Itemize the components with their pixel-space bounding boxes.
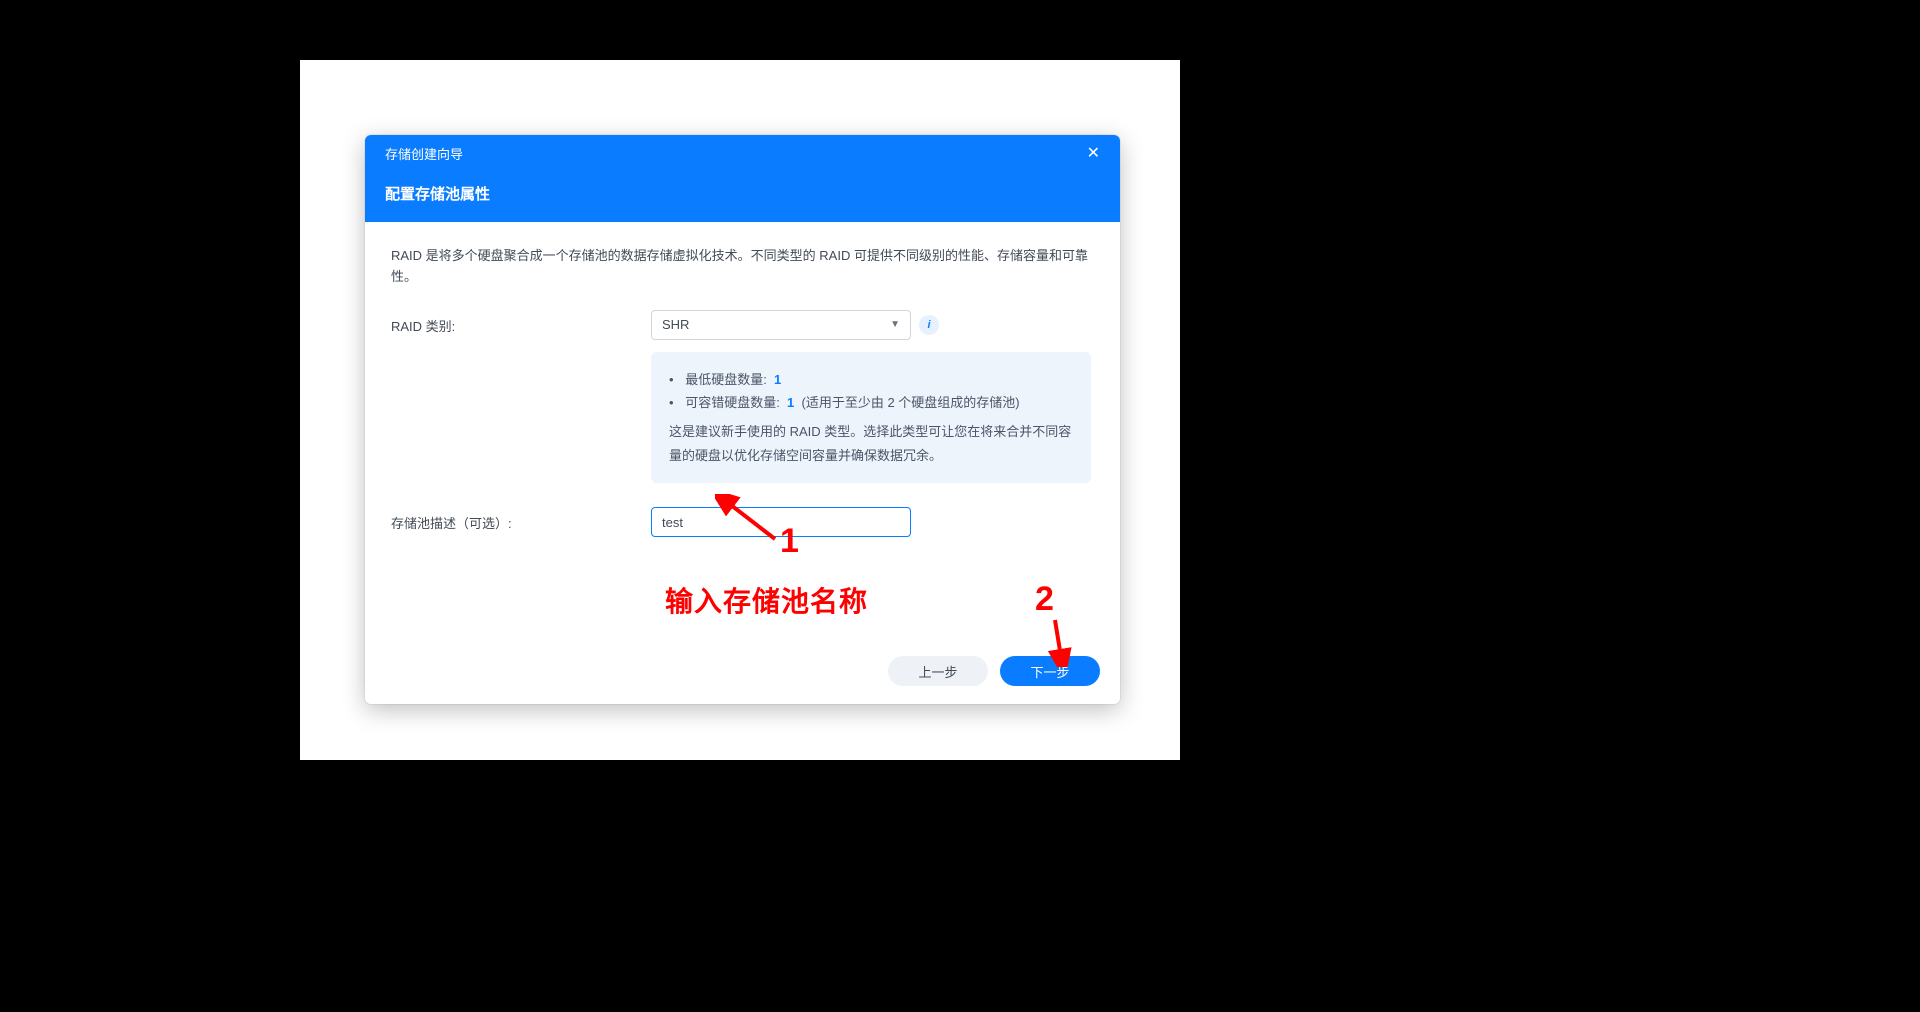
raid-type-selected-value: SHR	[662, 317, 689, 332]
modal-title: 存储创建向导	[385, 144, 463, 163]
tolerable-label: 可容错硬盘数量:	[685, 395, 780, 410]
min-disks-value: 1	[774, 372, 781, 387]
raid-description: 这是建议新手使用的 RAID 类型。选择此类型可让您在将来合并不同容量的硬盘以优…	[669, 420, 1073, 467]
storage-wizard-modal: 存储创建向导 ✕ 配置存储池属性 RAID 是将多个硬盘聚合成一个存储池的数据存…	[365, 135, 1120, 704]
tolerable-item: 可容错硬盘数量: 1 (适用于至少由 2 个硬盘组成的存储池)	[669, 391, 1073, 414]
annotation-label-1: 输入存储池名称	[665, 580, 868, 620]
raid-type-select[interactable]: SHR ▼	[651, 310, 911, 340]
close-icon[interactable]: ✕	[1087, 143, 1100, 163]
next-button[interactable]: 下一步	[1000, 656, 1100, 686]
tolerable-note: (适用于至少由 2 个硬盘组成的存储池)	[802, 395, 1020, 410]
info-icon[interactable]: i	[919, 315, 939, 335]
modal-body: RAID 是将多个硬盘聚合成一个存储池的数据存储虚拟化技术。不同类型的 RAID…	[365, 222, 1120, 642]
pool-desc-row: 存储池描述（可选）:	[391, 507, 1094, 537]
modal-subtitle: 配置存储池属性	[385, 171, 1100, 222]
min-disks-item: 最低硬盘数量: 1	[669, 368, 1073, 391]
modal-footer: 上一步 下一步	[365, 642, 1120, 704]
tolerable-value: 1	[787, 395, 794, 410]
annotation-number-2: 2	[1035, 580, 1054, 619]
chevron-down-icon: ▼	[890, 319, 900, 330]
page-background-frame: 存储创建向导 ✕ 配置存储池属性 RAID 是将多个硬盘聚合成一个存储池的数据存…	[300, 60, 1180, 760]
prev-button[interactable]: 上一步	[888, 656, 988, 686]
pool-desc-label: 存储池描述（可选）:	[391, 507, 651, 532]
modal-header: 存储创建向导 ✕ 配置存储池属性	[365, 135, 1120, 222]
pool-description-input[interactable]	[651, 507, 911, 537]
raid-type-row: RAID 类别: SHR ▼ i 最低硬盘数量: 1	[391, 310, 1094, 484]
raid-type-label: RAID 类别:	[391, 310, 651, 335]
raid-info-panel: 最低硬盘数量: 1 可容错硬盘数量: 1 (适用于至少由 2 个硬盘组成的存储池…	[651, 352, 1091, 484]
intro-text: RAID 是将多个硬盘聚合成一个存储池的数据存储虚拟化技术。不同类型的 RAID…	[391, 246, 1094, 288]
min-disks-label: 最低硬盘数量:	[685, 372, 767, 387]
